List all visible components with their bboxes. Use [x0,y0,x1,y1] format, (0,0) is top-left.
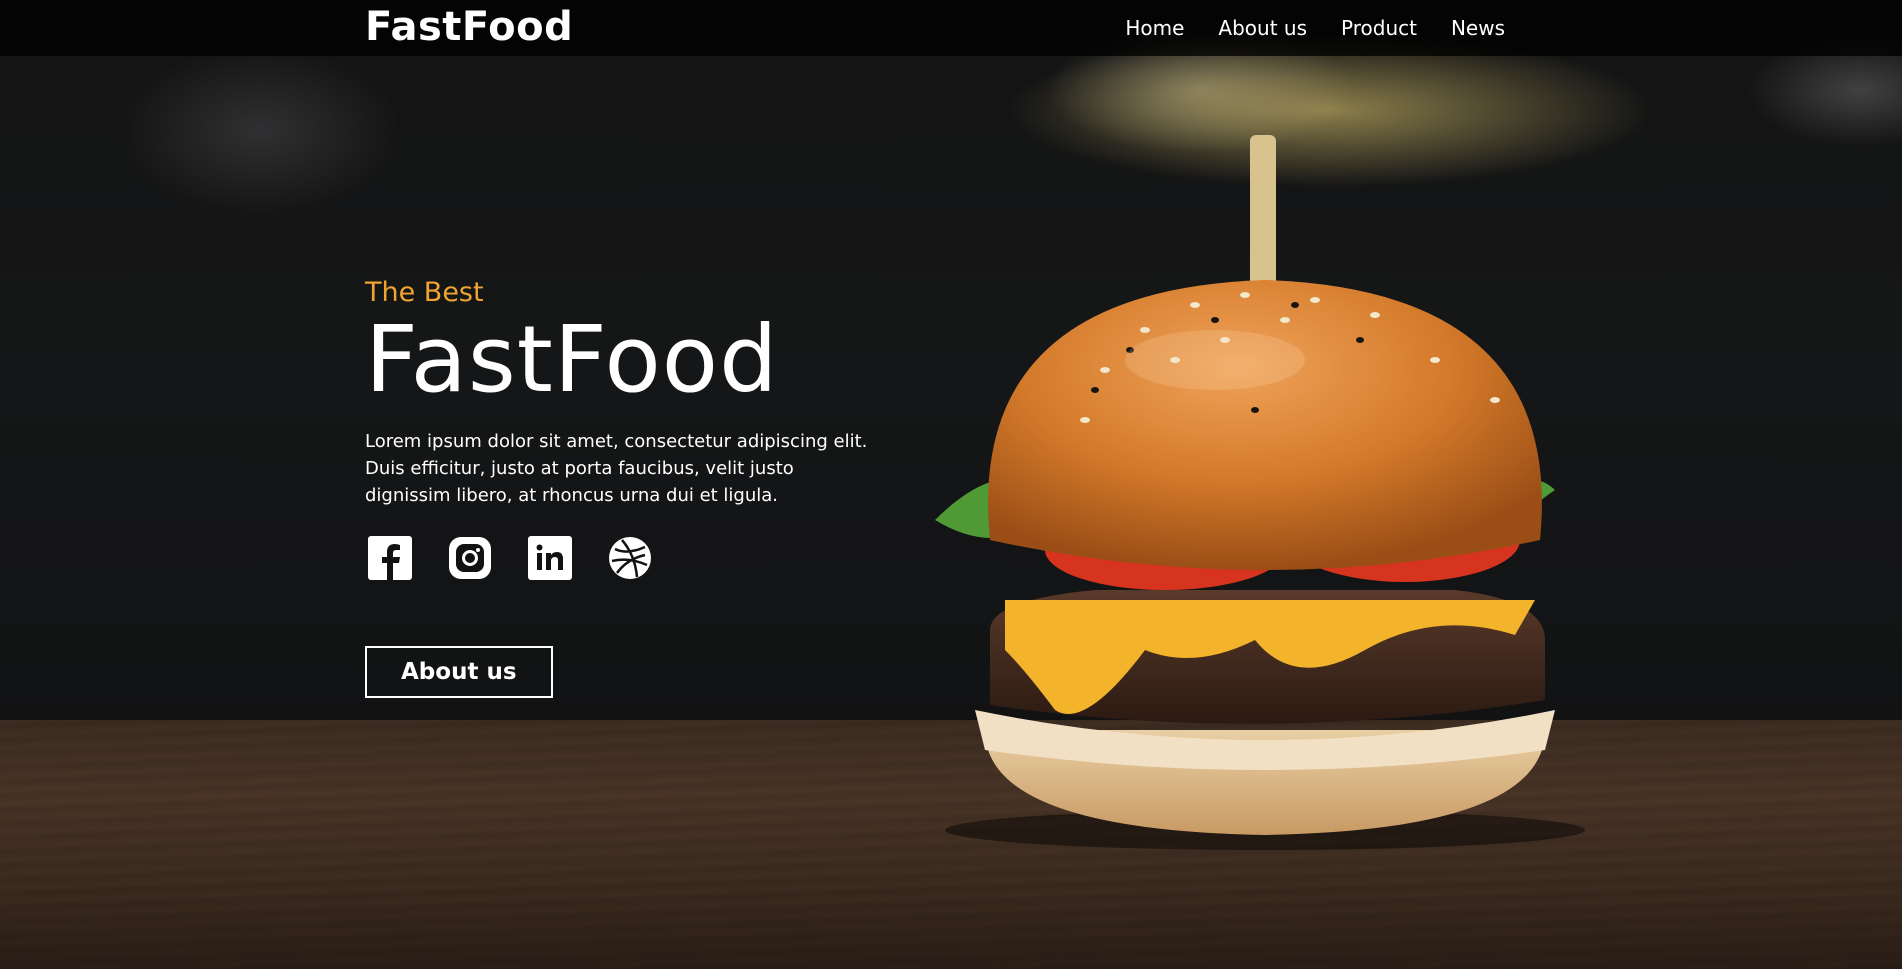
nav-home[interactable]: Home [1125,16,1184,40]
social-links [365,533,905,583]
top-navigation-bar: FastFood Home About us Product News [0,0,1902,56]
main-nav: Home About us Product News [1125,16,1505,40]
brand-logo[interactable]: FastFood [365,4,573,50]
about-us-button[interactable]: About us [365,646,553,698]
hero-description: Lorem ipsum dolor sit amet, consectetur … [365,431,868,506]
hero-eyebrow: The Best [365,277,484,308]
nav-about-us[interactable]: About us [1218,16,1307,40]
linkedin-icon[interactable] [525,533,575,583]
nav-product[interactable]: Product [1341,16,1417,40]
hero-content: The Best FastFood Lorem ipsum dolor sit … [365,276,905,698]
facebook-icon[interactable] [365,533,415,583]
hero-title: FastFood [365,306,779,413]
nav-news[interactable]: News [1451,16,1505,40]
hero-section: FastFood Home About us Product News The … [0,0,1902,969]
dribbble-icon[interactable] [605,533,655,583]
instagram-icon[interactable] [445,533,495,583]
burger-image [935,135,1585,850]
